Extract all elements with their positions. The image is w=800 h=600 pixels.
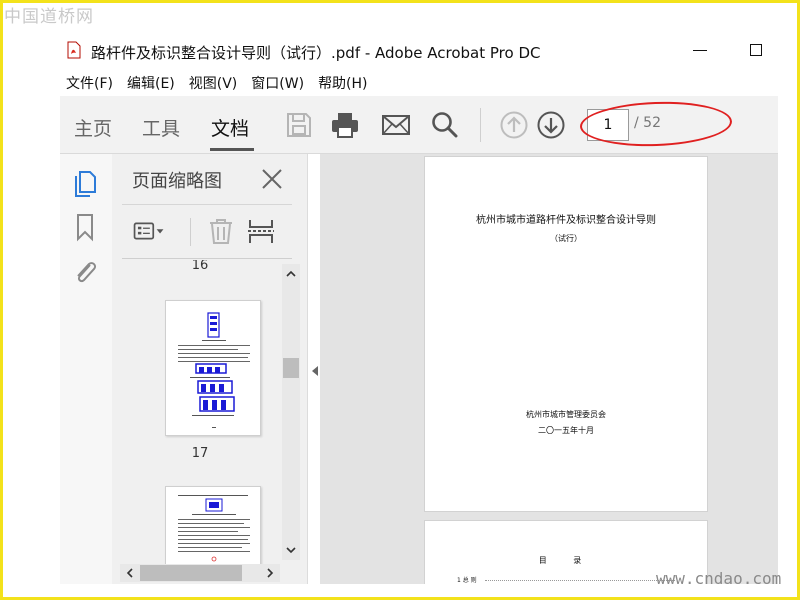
scroll-down-icon[interactable] — [285, 544, 297, 556]
panel-divider — [122, 258, 292, 259]
maximize-button[interactable] — [750, 44, 762, 56]
thumbnail-horizontal-scrollbar[interactable] — [120, 564, 280, 582]
thumbnails-panel: 页面缩略图 16 17 — [112, 154, 308, 584]
delete-icon[interactable] — [204, 216, 238, 246]
menu-view[interactable]: 视图(V) — [183, 70, 246, 96]
toc-entry: 1 总 则 — [457, 577, 477, 584]
tab-tools[interactable]: 工具 — [142, 114, 180, 141]
page-thumbnail-17[interactable] — [165, 300, 261, 436]
tool-separator — [190, 218, 191, 246]
page-thumbnail-18[interactable] — [165, 486, 261, 564]
document-date: 二〇一五年十月 — [538, 426, 594, 435]
thumbnail-content — [178, 312, 250, 428]
next-page-icon[interactable] — [536, 110, 566, 140]
attachment-icon[interactable] — [71, 256, 99, 286]
menu-bar: 文件(F) 编辑(E) 视图(V) 窗口(W) 帮助(H) — [60, 70, 376, 96]
insert-page-icon[interactable] — [246, 216, 280, 246]
thumbnail-content — [178, 495, 250, 562]
toc-title: 目 录 — [538, 556, 594, 565]
bookmark-icon[interactable] — [71, 212, 99, 242]
document-page-1: 杭州市城市道路杆件及标识整合设计导则 （试行） 杭州市城市管理委员会 二〇一五年… — [424, 156, 708, 512]
title-bar: 路杆件及标识整合设计导则（试行）.pdf - Adobe Acrobat Pro… — [60, 36, 800, 68]
search-icon[interactable] — [430, 110, 460, 140]
previous-page-icon[interactable] — [499, 110, 529, 140]
save-icon[interactable] — [284, 110, 314, 140]
close-icon[interactable] — [260, 167, 284, 191]
scroll-right-icon[interactable] — [264, 567, 276, 579]
panel-divider — [122, 204, 292, 205]
menu-window[interactable]: 窗口(W) — [245, 70, 312, 96]
options-icon[interactable] — [132, 216, 166, 246]
tab-document[interactable]: 文档 — [211, 114, 249, 141]
highlight-ellipse — [579, 99, 733, 149]
window-title: 路杆件及标识整合设计导则（试行）.pdf - Adobe Acrobat Pro… — [91, 44, 541, 62]
toc-leader-dots — [485, 580, 675, 581]
document-subtitle: （试行） — [550, 234, 582, 243]
navigation-rail — [60, 154, 112, 584]
page-label: 16 — [191, 260, 209, 273]
menu-file[interactable]: 文件(F) — [60, 70, 121, 96]
thumbnail-toolbar — [112, 206, 308, 256]
page-thumbnails-icon[interactable] — [71, 168, 99, 198]
active-tab-indicator — [210, 148, 254, 151]
document-view[interactable]: 杭州市城市道路杆件及标识整合设计导则 （试行） 杭州市城市管理委员会 二〇一五年… — [320, 154, 778, 584]
thumbnail-list: 16 17 — [120, 260, 280, 564]
toolbar-separator — [480, 108, 481, 142]
scrollbar-thumb[interactable] — [283, 358, 299, 378]
thumbnail-vertical-scrollbar[interactable] — [282, 264, 300, 560]
tab-home[interactable]: 主页 — [74, 114, 112, 141]
page-label: 17 — [191, 446, 209, 461]
menu-help[interactable]: 帮助(H) — [312, 70, 375, 96]
document-organization: 杭州市城市管理委员会 — [526, 410, 606, 419]
menu-edit[interactable]: 编辑(E) — [121, 70, 183, 96]
panel-title: 页面缩略图 — [132, 171, 222, 192]
right-edge — [778, 96, 797, 584]
print-icon[interactable] — [330, 110, 360, 140]
document-title: 杭州市城市道路杆件及标识整合设计导则 — [476, 215, 656, 226]
pdf-file-icon — [67, 41, 81, 59]
collapse-panel-icon[interactable] — [310, 364, 320, 378]
scroll-up-icon[interactable] — [285, 268, 297, 280]
toolbar: 主页 工具 文档 1 / 52 — [60, 96, 778, 154]
email-icon[interactable] — [381, 110, 411, 140]
watermark-bottom: www.cndao.com — [656, 569, 782, 588]
minimize-button[interactable] — [693, 50, 707, 51]
scrollbar-thumb[interactable] — [140, 565, 242, 581]
watermark-top: 中国道桥网 — [4, 7, 94, 27]
scroll-left-icon[interactable] — [124, 567, 136, 579]
